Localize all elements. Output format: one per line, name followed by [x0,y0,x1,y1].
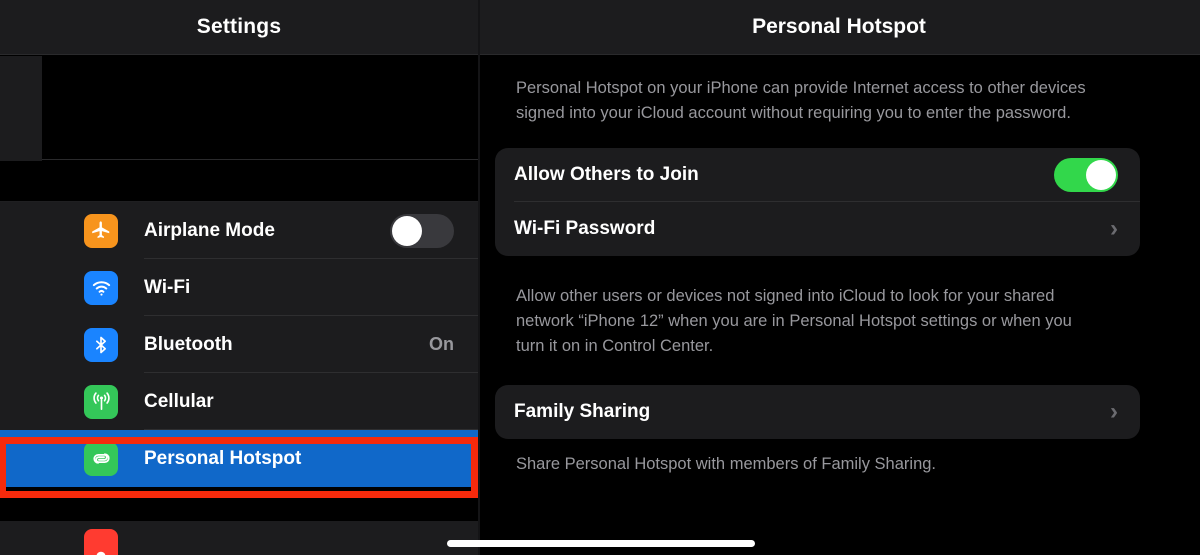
family-sharing-card: Family Sharing › [495,385,1140,439]
personal-hotspot-detail-pane: Personal Hotspot Personal Hotspot on you… [478,0,1200,555]
family-sharing-footnote: Share Personal Hotspot with members of F… [516,455,937,473]
sidebar-item-label: Cellular [144,390,214,412]
sidebar-item-airplane-mode[interactable]: Airplane Mode [0,202,478,259]
airplane-mode-toggle[interactable] [390,213,454,248]
sidebar-title: Settings [196,15,282,38]
toggle-knob [1086,160,1116,190]
family-sharing-row[interactable]: Family Sharing › [495,385,1140,439]
personal-hotspot-icon [84,441,118,476]
sidebar-spacer-block [0,160,478,202]
page-title: Personal Hotspot [752,15,926,38]
sidebar-section-gap [0,487,478,521]
wifi-password-label: Wi-Fi Password [514,218,656,239]
intro-description: Personal Hotspot on your iPhone can prov… [516,79,1086,122]
toggle-knob [392,215,422,246]
row-separator [144,486,478,487]
sidebar-header: Settings [0,0,478,55]
chevron-right-icon: › [1110,398,1118,425]
settings-sidebar: Settings Airplane Mode Wi-Fi Bluetooth O… [0,0,478,555]
allow-others-toggle[interactable] [1054,158,1118,192]
allow-others-label: Allow Others to Join [514,164,699,185]
sidebar-item-bluetooth[interactable]: Bluetooth On [0,316,478,373]
middle-description: Allow other users or devices not signed … [516,287,1072,355]
home-indicator[interactable] [447,540,755,547]
sidebar-item-label: Airplane Mode [144,219,275,241]
sidebar-item-label: Wi-Fi [144,276,191,298]
airplane-icon [84,213,118,248]
bluetooth-icon [84,327,118,362]
sidebar-item-cellular[interactable]: Cellular [0,373,478,430]
sidebar-item-label: Personal Hotspot [144,447,302,469]
sidebar-item-personal-hotspot[interactable]: Personal Hotspot [0,430,478,487]
bluetooth-status-value: On [429,334,454,354]
sidebar-left-rail [0,56,42,161]
sidebar-rows: Airplane Mode Wi-Fi Bluetooth On Cellula… [0,202,478,487]
pane-divider [478,0,480,555]
detail-header: Personal Hotspot [478,0,1200,55]
wifi-icon [84,270,118,305]
sidebar-item-label: Bluetooth [144,333,233,355]
sidebar-account-block[interactable] [42,55,478,160]
cellular-icon [84,384,118,419]
ipad-settings-screen: Settings Airplane Mode Wi-Fi Bluetooth O… [0,0,1200,555]
allow-others-to-join-row[interactable]: Allow Others to Join [495,148,1140,202]
notifications-icon [84,529,118,555]
family-sharing-label: Family Sharing [514,401,651,422]
sidebar-item-notifications-partial[interactable] [0,521,478,555]
chevron-right-icon: › [1110,215,1118,242]
sidebar-item-wifi[interactable]: Wi-Fi [0,259,478,316]
wifi-password-row[interactable]: Wi-Fi Password › [495,202,1140,256]
hotspot-settings-card: Allow Others to Join Wi-Fi Password › [495,148,1140,256]
